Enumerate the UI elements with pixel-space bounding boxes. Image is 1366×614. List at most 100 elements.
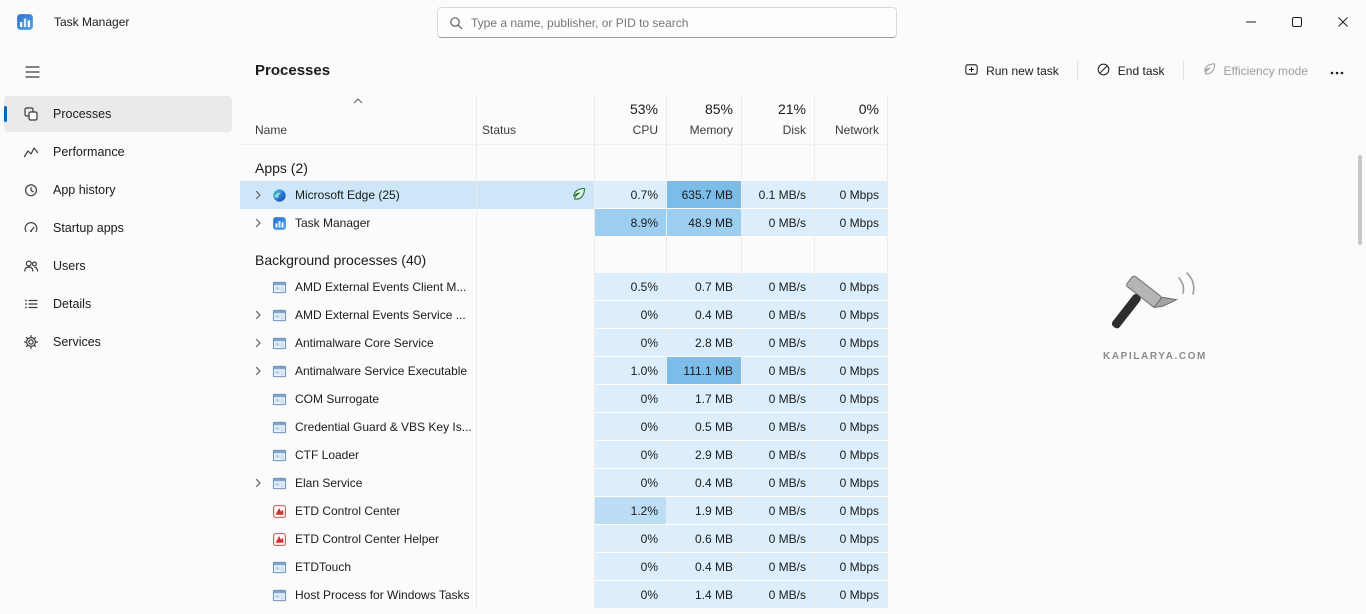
- users-icon: [22, 258, 39, 274]
- process-row[interactable]: AMD External Events Service ...0%0.4 MB0…: [240, 301, 888, 329]
- etd-app-icon: [272, 504, 288, 519]
- status-cell: [477, 385, 595, 413]
- network-total: 0%: [859, 101, 879, 117]
- search-box[interactable]: [437, 7, 897, 38]
- window-title: Task Manager: [54, 15, 129, 29]
- status-cell: [477, 329, 595, 357]
- disk-column-label: Disk: [783, 123, 806, 137]
- vertical-scrollbar[interactable]: [1358, 155, 1362, 245]
- sidebar-item-services[interactable]: Services: [4, 324, 232, 360]
- column-header-cpu[interactable]: 53% CPU: [595, 97, 667, 144]
- expand-chevron-icon[interactable]: [253, 218, 272, 228]
- process-row[interactable]: Task Manager8.9%48.9 MB0 MB/s0 Mbps: [240, 209, 888, 237]
- search-input[interactable]: [471, 16, 896, 30]
- memory-total: 85%: [705, 101, 733, 117]
- hamburger-menu-button[interactable]: [14, 56, 50, 88]
- process-name: Antimalware Service Executable: [295, 364, 467, 378]
- cpu-value: 0.7%: [595, 181, 667, 209]
- memory-value: 0.4 MB: [667, 553, 742, 581]
- process-row[interactable]: Host Process for Windows Tasks0%1.4 MB0 …: [240, 581, 888, 609]
- toolbar: Run new task End task Effici: [954, 55, 1354, 87]
- sidebar-item-label: App history: [53, 183, 116, 197]
- maximize-button[interactable]: [1274, 0, 1320, 44]
- expand-chevron-icon[interactable]: [253, 366, 272, 376]
- sort-ascending-icon: [353, 98, 363, 104]
- column-header-name[interactable]: Name: [240, 97, 477, 144]
- status-cell: [477, 301, 595, 329]
- page-title: Processes: [255, 62, 330, 79]
- close-button[interactable]: [1320, 0, 1366, 44]
- network-value: 0 Mbps: [815, 525, 888, 553]
- generic-app-icon: [272, 392, 288, 407]
- sidebar-item-details[interactable]: Details: [4, 286, 232, 322]
- memory-value: 635.7 MB: [667, 181, 742, 209]
- more-options-button[interactable]: [1320, 57, 1354, 85]
- efficiency-leaf-icon: [571, 187, 587, 204]
- sidebar-item-startup-apps[interactable]: Startup apps: [4, 210, 232, 246]
- process-group-header[interactable]: Background processes (40): [240, 237, 888, 273]
- cpu-column-label: CPU: [633, 123, 658, 137]
- status-cell: [477, 209, 595, 237]
- sidebar-item-users[interactable]: Users: [4, 248, 232, 284]
- status-cell: [477, 525, 595, 553]
- column-header-memory[interactable]: 85% Memory: [667, 97, 742, 144]
- sidebar-item-app-history[interactable]: App history: [4, 172, 232, 208]
- network-value: 0 Mbps: [815, 553, 888, 581]
- cpu-value: 0%: [595, 385, 667, 413]
- expand-chevron-icon[interactable]: [253, 338, 272, 348]
- column-header-disk[interactable]: 21% Disk: [742, 97, 815, 144]
- generic-app-icon: [272, 560, 288, 575]
- column-header-status[interactable]: Status: [477, 97, 595, 144]
- process-name: Elan Service: [295, 476, 362, 490]
- expand-chevron-icon[interactable]: [253, 478, 272, 488]
- run-new-task-button[interactable]: Run new task: [954, 55, 1069, 87]
- sidebar-item-performance[interactable]: Performance: [4, 134, 232, 170]
- memory-value: 0.5 MB: [667, 413, 742, 441]
- process-row[interactable]: Elan Service0%0.4 MB0 MB/s0 Mbps: [240, 469, 888, 497]
- minimize-button[interactable]: [1228, 0, 1274, 44]
- efficiency-mode-button[interactable]: Efficiency mode: [1192, 55, 1319, 86]
- process-row[interactable]: Microsoft Edge (25)0.7%635.7 MB0.1 MB/s0…: [240, 181, 888, 209]
- process-group-header[interactable]: Apps (2): [240, 145, 888, 181]
- disk-value: 0 MB/s: [742, 469, 815, 497]
- etd-app-icon: [272, 532, 288, 547]
- sidebar-item-label: Details: [53, 297, 91, 311]
- process-row[interactable]: Antimalware Service Executable1.0%111.1 …: [240, 357, 888, 385]
- process-name: Antimalware Core Service: [295, 336, 434, 350]
- expand-chevron-icon[interactable]: [253, 190, 272, 200]
- toolbar-separator: [1077, 61, 1078, 81]
- run-new-task-label: Run new task: [986, 64, 1059, 78]
- cpu-value: 0%: [595, 301, 667, 329]
- process-row[interactable]: AMD External Events Client M...0.5%0.7 M…: [240, 273, 888, 301]
- network-value: 0 Mbps: [815, 469, 888, 497]
- network-value: 0 Mbps: [815, 329, 888, 357]
- generic-app-icon: [272, 336, 288, 351]
- cpu-value: 1.2%: [595, 497, 667, 525]
- expand-chevron-icon[interactable]: [253, 310, 272, 320]
- sidebar-item-processes[interactable]: Processes: [4, 96, 232, 132]
- network-value: 0 Mbps: [815, 209, 888, 237]
- services-icon: [22, 334, 39, 350]
- memory-value: 1.4 MB: [667, 581, 742, 609]
- column-header-network[interactable]: 0% Network: [815, 97, 888, 144]
- cpu-total: 53%: [630, 101, 658, 117]
- sidebar-item-label: Services: [53, 335, 101, 349]
- process-row[interactable]: COM Surrogate0%1.7 MB0 MB/s0 Mbps: [240, 385, 888, 413]
- process-name: Microsoft Edge (25): [295, 188, 400, 202]
- disk-value: 0 MB/s: [742, 441, 815, 469]
- process-row[interactable]: Antimalware Core Service0%2.8 MB0 MB/s0 …: [240, 329, 888, 357]
- memory-value: 48.9 MB: [667, 209, 742, 237]
- efficiency-leaf-icon: [1202, 62, 1217, 79]
- process-row[interactable]: CTF Loader0%2.9 MB0 MB/s0 Mbps: [240, 441, 888, 469]
- end-task-button[interactable]: End task: [1086, 55, 1175, 87]
- generic-app-icon: [272, 280, 288, 295]
- process-row[interactable]: ETDTouch0%0.4 MB0 MB/s0 Mbps: [240, 553, 888, 581]
- cpu-value: 8.9%: [595, 209, 667, 237]
- generic-app-icon: [272, 308, 288, 323]
- disk-total: 21%: [778, 101, 806, 117]
- process-row[interactable]: ETD Control Center Helper0%0.6 MB0 MB/s0…: [240, 525, 888, 553]
- group-label: Apps (2): [255, 160, 308, 176]
- network-value: 0 Mbps: [815, 357, 888, 385]
- process-row[interactable]: Credential Guard & VBS Key Is...0%0.5 MB…: [240, 413, 888, 441]
- process-row[interactable]: ETD Control Center1.2%1.9 MB0 MB/s0 Mbps: [240, 497, 888, 525]
